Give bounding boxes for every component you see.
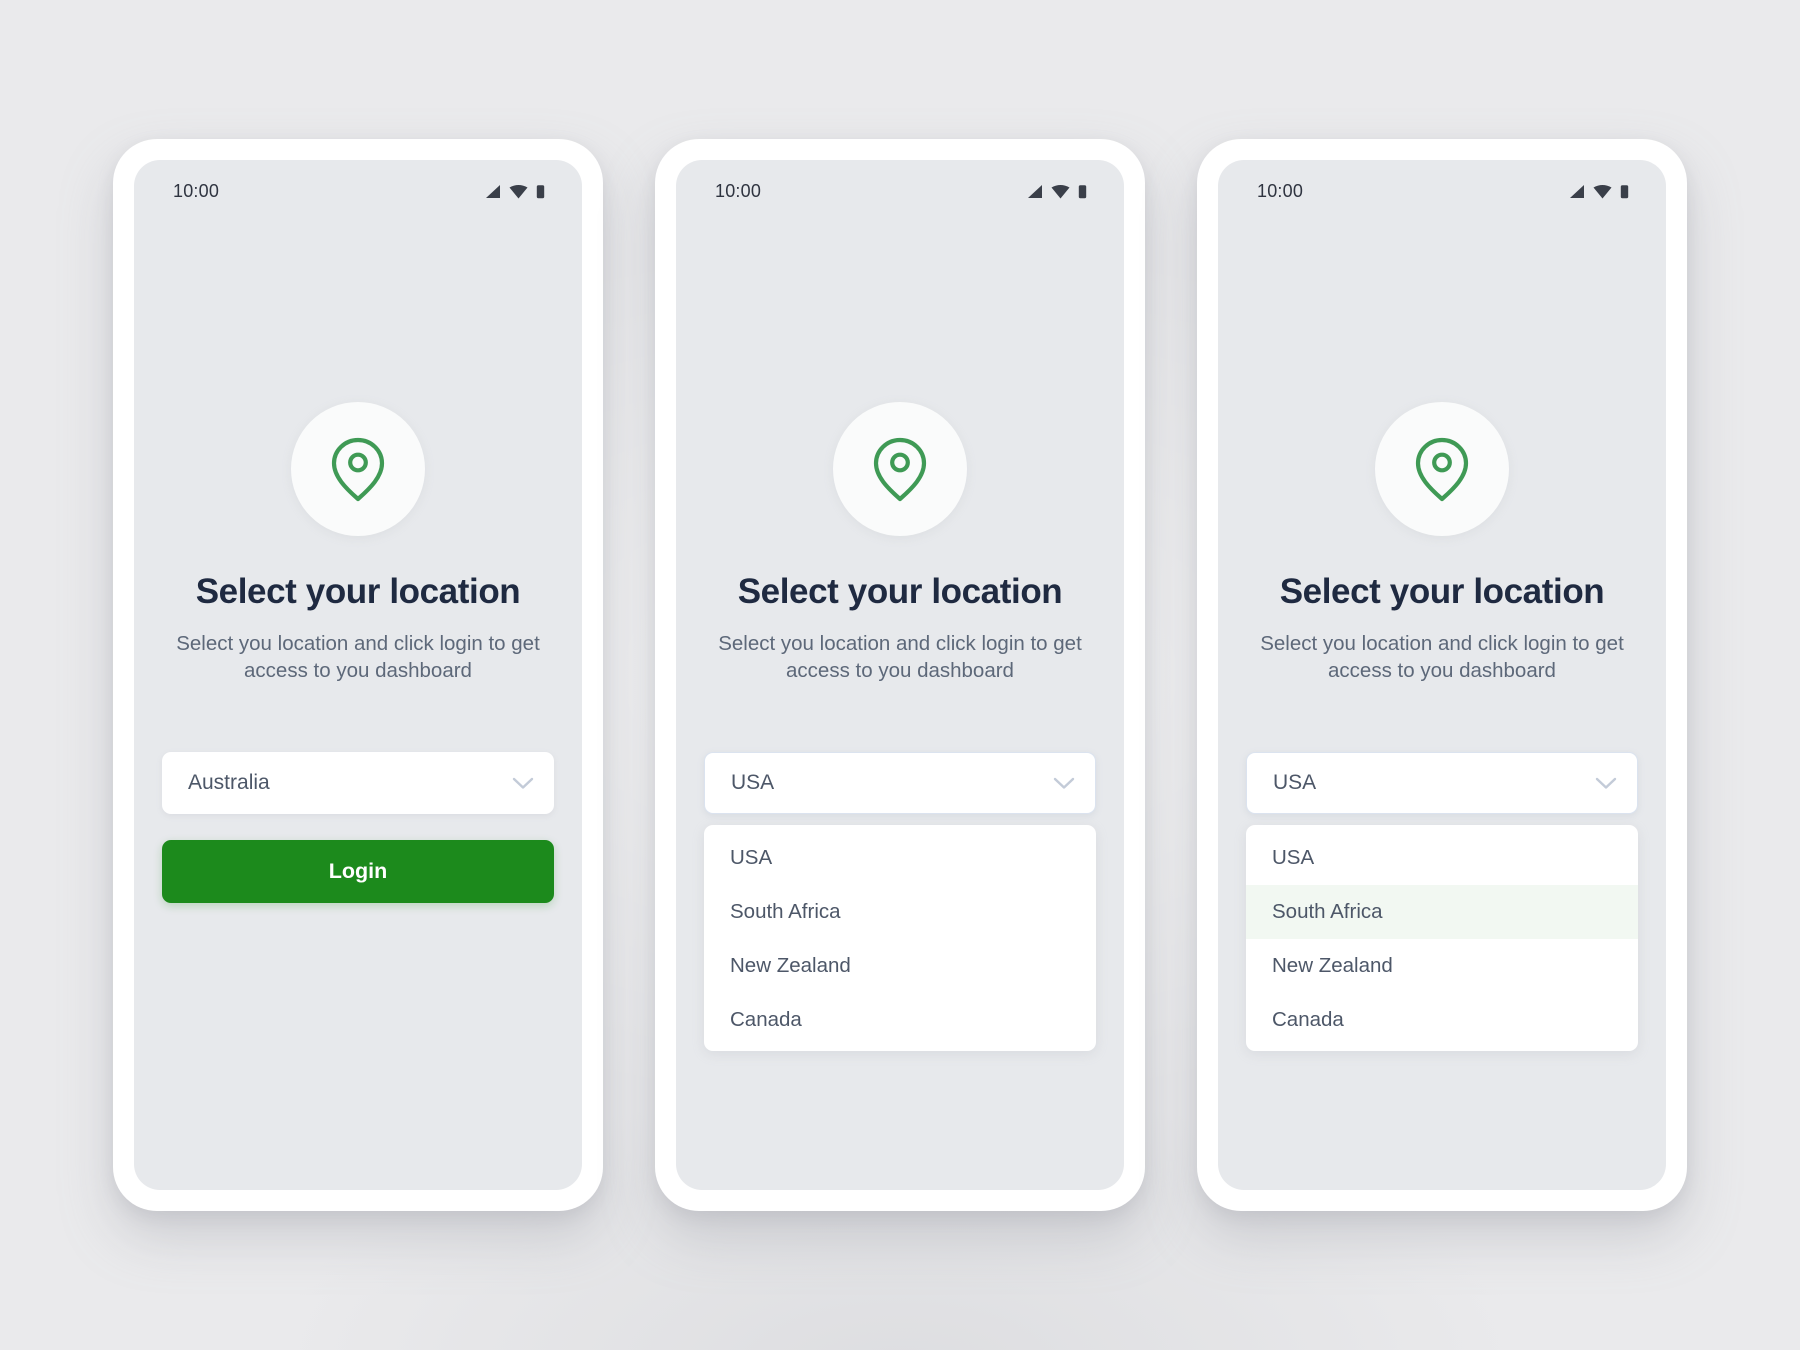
location-pin-badge (291, 402, 425, 536)
status-bar: 10:00 (1218, 160, 1666, 222)
location-pin-icon (331, 437, 385, 502)
status-time: 10:00 (715, 180, 762, 201)
dropdown-option-south-africa[interactable]: South Africa (704, 885, 1096, 939)
status-time: 10:00 (1257, 180, 1304, 201)
status-bar: 10:00 (134, 160, 582, 222)
chevron-down-icon (512, 777, 534, 789)
battery-icon (1078, 184, 1087, 198)
page-title: Select your location (737, 572, 1063, 611)
page-title: Select your location (195, 572, 521, 611)
dropdown-option-usa[interactable]: USA (1246, 831, 1638, 885)
phone-screen-1: 10:00 Select your location Select you lo… (134, 160, 582, 1190)
location-field-zone-3: USA USA South Africa New Zealand Canada (1246, 752, 1638, 1052)
dropdown-option-canada[interactable]: Canada (1246, 993, 1638, 1047)
location-dropdown-3: USA South Africa New Zealand Canada (1246, 825, 1638, 1052)
page-subtitle: Select you location and click login to g… (176, 632, 540, 683)
dropdown-option-south-africa[interactable]: South Africa (1246, 885, 1638, 940)
phone-mockups-stage: 10:00 Select your location Select you lo… (0, 0, 1800, 1350)
signal-icon (1028, 184, 1042, 198)
location-pin-badge (833, 402, 967, 536)
location-select-3[interactable]: USA (1246, 752, 1638, 815)
login-button[interactable]: Login (162, 840, 554, 904)
wifi-icon (1593, 184, 1612, 198)
location-field-zone-2: USA USA South Africa New Zealand Canada (704, 752, 1096, 1052)
dropdown-option-canada[interactable]: Canada (704, 993, 1096, 1047)
location-select-value-3: USA (1273, 771, 1317, 795)
status-icons (1567, 184, 1629, 199)
screen-content-2: Select your location Select you location… (676, 222, 1124, 1190)
page-subtitle: Select you location and click login to g… (1260, 632, 1624, 683)
page-subtitle: Select you location and click login to g… (718, 632, 1082, 683)
location-select-2[interactable]: USA (704, 752, 1096, 815)
dropdown-option-usa[interactable]: USA (704, 831, 1096, 885)
battery-icon (1620, 184, 1629, 198)
location-dropdown-2: USA South Africa New Zealand Canada (704, 825, 1096, 1052)
wifi-icon (1051, 184, 1070, 198)
phone-frame-2: 10:00 Select your location Select you lo… (655, 139, 1145, 1211)
status-bar: 10:00 (676, 160, 1124, 222)
location-pin-icon (1415, 437, 1469, 502)
screen-content-1: Select your location Select you location… (134, 222, 582, 1190)
location-field-zone-1: Australia Login (162, 752, 554, 904)
page-title: Select your location (1279, 572, 1605, 611)
dropdown-option-new-zealand[interactable]: New Zealand (1246, 939, 1638, 993)
location-select-value-2: USA (731, 771, 775, 795)
location-select-1[interactable]: Australia (162, 752, 554, 815)
battery-icon (536, 184, 545, 198)
phone-frame-3: 10:00 Select your location Select you lo… (1197, 139, 1687, 1211)
wifi-icon (509, 184, 528, 198)
phone-frame-1: 10:00 Select your location Select you lo… (113, 139, 603, 1211)
status-icons (483, 184, 545, 199)
signal-icon (1570, 184, 1584, 198)
phone-screen-3: 10:00 Select your location Select you lo… (1218, 160, 1666, 1190)
chevron-down-icon (1595, 777, 1617, 789)
location-select-value-1: Australia (188, 771, 270, 795)
dropdown-option-new-zealand[interactable]: New Zealand (704, 939, 1096, 993)
location-pin-icon (873, 437, 927, 502)
status-time: 10:00 (173, 180, 220, 201)
location-pin-badge (1375, 402, 1509, 536)
signal-icon (486, 184, 500, 198)
status-icons (1025, 184, 1087, 199)
phone-screen-2: 10:00 Select your location Select you lo… (676, 160, 1124, 1190)
screen-content-3: Select your location Select you location… (1218, 222, 1666, 1190)
chevron-down-icon (1053, 777, 1075, 789)
